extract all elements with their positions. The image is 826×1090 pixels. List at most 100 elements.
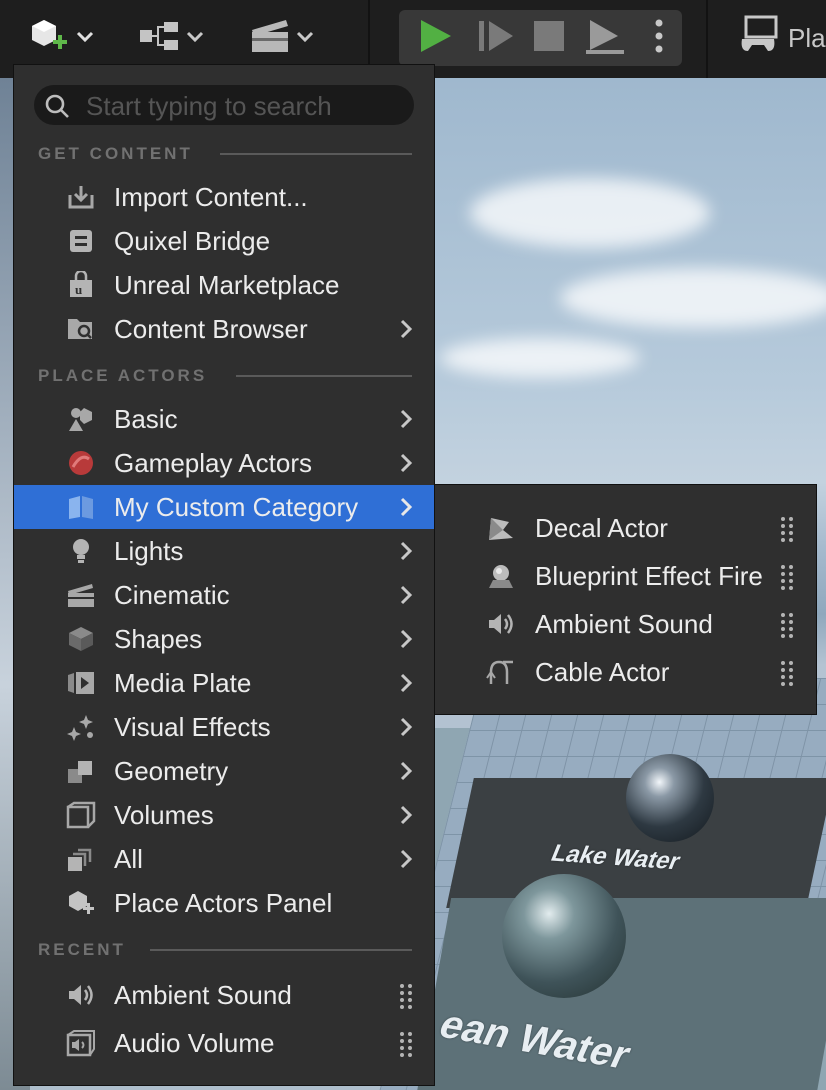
section-header-place-actors: PLACE ACTORS [38,366,208,385]
menu-item-gameplay-actors[interactable]: Gameplay Actors [14,441,434,485]
chevron-right-icon [398,496,414,523]
menu-search-box[interactable] [34,85,414,127]
menu-item-shapes[interactable]: Shapes [14,617,434,661]
submenu-item-label: Blueprint Effect Fire [535,560,763,591]
menu-item-basic[interactable]: Basic [14,397,434,441]
cinematics-menu-button[interactable] [248,14,316,62]
menu-item-label: Quixel Bridge [114,225,271,256]
chevron-right-icon [398,584,414,611]
svg-text:u: u [75,282,82,297]
quixel-bridge-icon [66,227,96,255]
more-vertical-icon [653,18,665,59]
chevron-right-icon [398,318,414,345]
eject-button[interactable] [579,10,631,66]
submenu-item-decal-actor[interactable]: Decal Actor [435,504,816,552]
play-controls [399,10,682,66]
submenu-item-cable-actor[interactable]: Cable Actor [435,648,816,696]
menu-item-label: Audio Volume [114,1027,275,1058]
search-input[interactable] [84,85,408,127]
section-divider [150,949,412,951]
submenu-item-label: Decal Actor [535,512,668,543]
place-actors-icon [66,889,96,917]
chevron-right-icon [398,848,414,875]
marketplace-icon: u [66,271,96,299]
cloud [440,338,640,378]
blueprint-menu-button[interactable] [138,14,206,62]
speaker-icon [485,610,517,638]
advance-frame-button[interactable] [469,10,521,66]
add-actor-icon [26,16,74,61]
drag-handle-icon[interactable] [779,516,795,547]
menu-item-media-plate[interactable]: Media Plate [14,661,434,705]
chevron-right-icon [398,408,414,435]
basic-icon [66,405,96,433]
menu-item-label: All [114,843,143,874]
menu-item-my-custom-category[interactable]: My Custom Category [14,485,434,529]
section-divider [236,375,412,377]
stop-button[interactable] [523,10,575,66]
play-options-button[interactable] [637,10,681,66]
menu-item-all[interactable]: All [14,837,434,881]
drag-handle-icon[interactable] [779,660,795,691]
menu-item-label: Import Content... [114,181,308,212]
menu-item-import-content[interactable]: Import Content... [14,175,434,219]
cloud [560,268,826,328]
drag-handle-icon[interactable] [779,612,795,643]
menu-item-unreal-marketplace[interactable]: u Unreal Marketplace [14,263,434,307]
menu-item-label: Volumes [114,799,214,830]
cube-icon [66,625,96,653]
menu-item-content-browser[interactable]: Content Browser [14,307,434,351]
eject-icon [582,16,628,61]
menu-item-visual-effects[interactable]: Visual Effects [14,705,434,749]
submenu-item-blueprint-effect-fire[interactable]: Blueprint Effect Fire [435,552,816,600]
stop-icon [532,19,566,58]
menu-item-label: Visual Effects [114,711,271,742]
blueprint-icon [138,18,184,59]
cable-icon [485,658,517,686]
chevron-down-icon [184,28,206,49]
cloud [470,178,710,248]
section-header-recent: RECENT [38,940,126,959]
platforms-button[interactable]: Pla [738,14,826,62]
volume-icon [66,801,96,829]
chevron-right-icon [398,540,414,567]
section-header-get-content: GET CONTENT [38,144,193,163]
menu-item-geometry[interactable]: Geometry [14,749,434,793]
add-actor-button[interactable] [26,14,96,62]
stone-sphere [502,874,626,998]
clapperboard-icon [248,16,294,61]
custom-category-submenu: Decal Actor Blueprint Effect Fire Ambien… [434,484,817,715]
chevron-right-icon [398,672,414,699]
drag-handle-icon[interactable] [398,1031,414,1062]
search-icon [44,93,70,124]
advance-frame-icon [475,16,515,61]
play-button[interactable] [409,10,461,66]
menu-item-label: Media Plate [114,667,252,698]
menu-item-volumes[interactable]: Volumes [14,793,434,837]
cinematic-icon [66,581,96,609]
drag-handle-icon[interactable] [398,983,414,1014]
menu-item-label: Gameplay Actors [114,447,312,478]
drag-handle-icon[interactable] [779,564,795,595]
recent-item-ambient-sound[interactable]: Ambient Sound [14,973,434,1017]
menu-item-label: Geometry [114,755,229,786]
sparkle-icon [66,713,96,741]
menu-item-place-actors-panel[interactable]: Place Actors Panel [14,881,434,925]
play-icon [415,16,455,61]
menu-item-cinematic[interactable]: Cinematic [14,573,434,617]
content-browser-icon [66,315,96,343]
menu-item-quixel-bridge[interactable]: Quixel Bridge [14,219,434,263]
import-icon [66,183,96,211]
platforms-label: Pla [788,22,826,53]
recent-item-audio-volume[interactable]: Audio Volume [14,1021,434,1065]
menu-item-label: Shapes [114,623,203,654]
submenu-item-ambient-sound[interactable]: Ambient Sound [435,600,816,648]
chevron-right-icon [398,760,414,787]
speaker-icon [66,981,96,1009]
platforms-icon [738,15,780,62]
menu-item-lights[interactable]: Lights [14,529,434,573]
decal-icon [485,514,517,542]
menu-item-label: Lights [114,535,184,566]
all-icon [66,845,96,873]
submenu-item-label: Ambient Sound [535,608,713,639]
